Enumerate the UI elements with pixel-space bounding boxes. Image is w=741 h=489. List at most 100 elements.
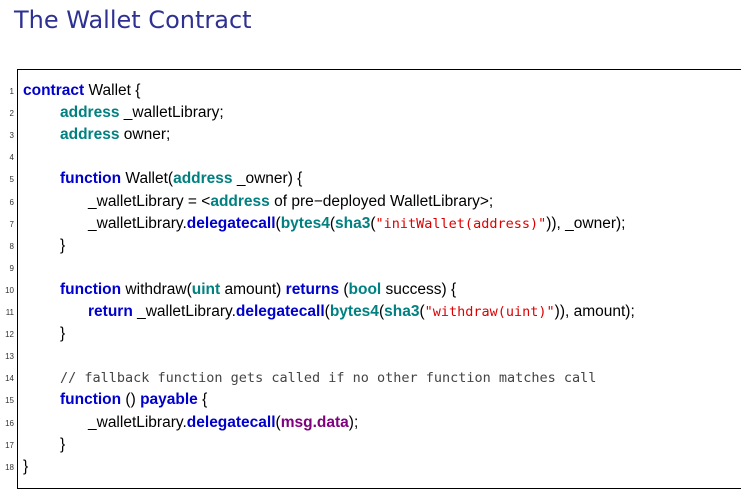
line-number: 7 (9, 219, 14, 229)
code-token: _owner) { (232, 170, 303, 188)
code-text: address _walletLibrary; (60, 102, 224, 124)
code-text: contract Wallet { (23, 80, 140, 102)
line-number: 13 (5, 352, 14, 362)
code-token: _walletLibrary. (88, 214, 187, 232)
code-line: 10 function withdraw(uint amount) returns… (5, 279, 738, 301)
code-token: delegatecall (186, 214, 276, 232)
code-text: } (60, 323, 65, 345)
code-token: } (60, 236, 66, 254)
line-number: 18 (5, 462, 14, 472)
code-token: // fallback function gets called if no o… (60, 370, 597, 387)
code-token: delegatecall (235, 303, 325, 320)
code-token: } (60, 325, 66, 343)
code-listing: 1 contract Wallet { 2 address _walletLibrar… (5, 69, 741, 489)
code-line: 1 contract Wallet { (10, 80, 738, 102)
code-token: address (173, 170, 233, 188)
line-number: 11 (5, 308, 14, 317)
code-line: 7 _walletLibrary.delegatecall(bytes4(sha3… (10, 213, 738, 235)
code-text: function withdraw(uint amount) returns (… (60, 279, 456, 301)
code-line: 2 address _walletLibrary; (10, 102, 738, 124)
code-token: } (60, 435, 66, 453)
line-number: 2 (9, 109, 14, 119)
code-line: 5 function Wallet(address _owner) { (10, 168, 738, 190)
code-text: } (60, 235, 65, 257)
code-token: returns (285, 280, 340, 298)
slide-title: The Wallet Contract (14, 6, 252, 34)
code-token: sha3 (335, 214, 371, 232)
line-number: 6 (9, 197, 14, 207)
code-token: uint (191, 280, 221, 298)
code-line: 13 (5, 345, 738, 367)
code-token: function (60, 391, 122, 409)
code-token: delegatecall (186, 413, 276, 431)
code-line: 12} (5, 323, 738, 345)
line-number: 5 (9, 175, 14, 185)
code-token: of pre−deployed WalletLibrary>; (269, 192, 494, 210)
code-line: 6 _walletLibrary = <address of pre−deploy… (10, 191, 738, 213)
line-number: 3 (9, 131, 14, 141)
line-number: 4 (9, 153, 14, 163)
code-text: _walletLibrary.delegatecall(bytes4(sha3(… (88, 213, 625, 235)
code-text: } (60, 434, 65, 456)
line-number: 15 (5, 396, 14, 406)
code-line: 9 (10, 257, 738, 279)
code-token: )), _owner); (546, 214, 626, 232)
code-token: ( (339, 280, 349, 298)
line-number: 12 (5, 330, 14, 340)
line-number: 9 (9, 263, 14, 273)
code-token: msg.data (280, 413, 349, 431)
code-token: "initWallet(address)" (375, 215, 547, 232)
code-token: _walletLibrary. (88, 413, 187, 431)
code-token: amount) (220, 280, 286, 298)
code-token: address (210, 192, 270, 210)
code-token: contract (23, 82, 85, 99)
code-line: 17} (5, 434, 738, 456)
line-number: 16 (5, 418, 14, 428)
line-number: 14 (5, 374, 14, 384)
code-token: payable (140, 391, 198, 409)
code-token: function (60, 280, 122, 298)
code-token: } (23, 457, 29, 475)
line-number: 10 (5, 285, 14, 295)
code-token: _walletLibrary; (119, 104, 224, 122)
code-token: ); (348, 413, 359, 431)
line-number: 17 (5, 440, 14, 450)
code-line: 14 // fallback function gets called if no… (5, 367, 738, 389)
code-text: _walletLibrary = <address of pre−deploye… (88, 191, 493, 213)
code-token: owner; (119, 126, 171, 144)
code-line: 3 address owner; (10, 124, 738, 146)
line-number: 8 (9, 241, 14, 251)
code-token: _walletLibrary. (132, 303, 236, 320)
code-text: } (23, 456, 28, 478)
code-line: 4 (10, 146, 738, 168)
code-token: )), amount); (554, 303, 635, 320)
code-token: bytes4 (280, 214, 330, 232)
code-line: 15 function () payable { (5, 389, 738, 411)
code-token: bool (348, 280, 382, 298)
code-token: address (60, 126, 120, 144)
code-text: _walletLibrary.delegatecall(msg.data); (88, 412, 358, 434)
code-token: return (88, 303, 133, 320)
code-line: 11 return _walletLibrary.delegatecall(byt… (6, 301, 738, 323)
code-token: success) { (381, 280, 457, 298)
code-token: address (60, 104, 120, 122)
code-token: sha3 (384, 303, 420, 320)
code-token: { (197, 391, 208, 409)
code-token: Wallet( (121, 170, 174, 188)
code-text: function Wallet(address _owner) { (60, 168, 302, 190)
code-text: function () payable { (60, 389, 207, 411)
code-text: // fallback function gets called if no o… (60, 367, 596, 389)
code-line: 18} (5, 456, 738, 478)
code-token: bytes4 (329, 303, 379, 320)
code-text: return _walletLibrary.delegatecall(bytes… (88, 301, 635, 323)
code-token: withdraw( (121, 280, 192, 298)
code-line: 16 _walletLibrary.delegatecall(msg.data); (5, 412, 738, 434)
code-text: address owner; (60, 124, 170, 146)
code-line: 8} (10, 235, 738, 257)
code-token: _walletLibrary = < (88, 192, 211, 210)
code-token: Wallet { (84, 82, 141, 99)
code-token: () (121, 391, 141, 409)
code-token: "withdraw(uint)" (424, 304, 555, 320)
line-number: 1 (9, 87, 14, 96)
code-token: function (60, 170, 122, 188)
